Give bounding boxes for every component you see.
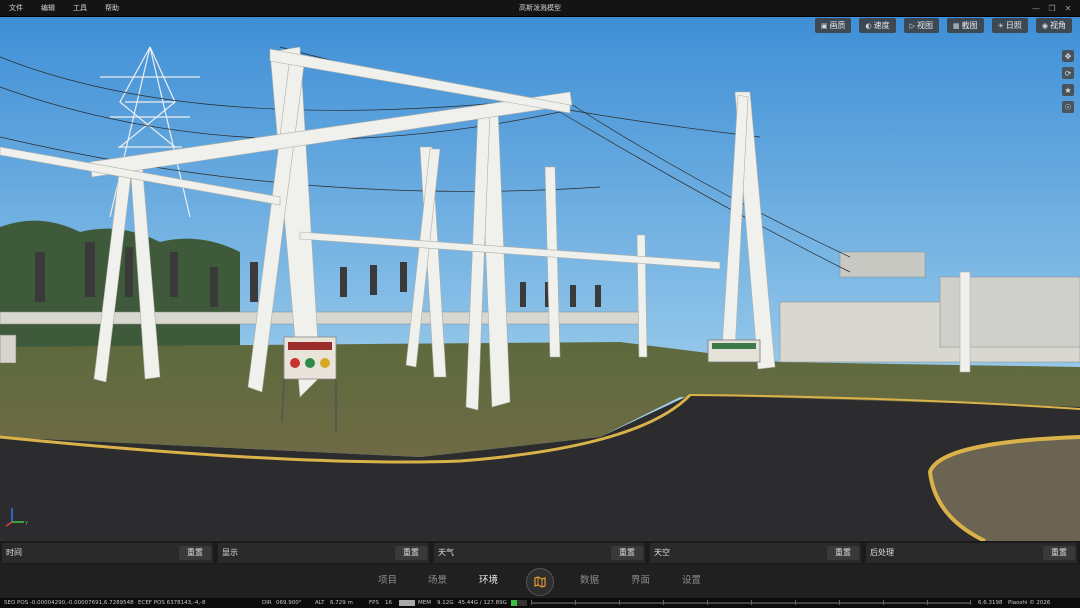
panel-label: 天气 <box>438 548 454 557</box>
direction-value: 069.900° <box>276 600 302 606</box>
axis-gizmo: Y <box>5 508 29 527</box>
screenshot-button[interactable]: ▦ 截图 <box>946 18 984 33</box>
panel-weather[interactable]: 天气 重置 <box>434 543 645 563</box>
tab-project[interactable]: 项目 <box>378 564 397 598</box>
sun-icon: ☀ <box>997 21 1004 30</box>
altitude-label: ALT <box>315 600 325 606</box>
tab-data[interactable]: 数据 <box>580 564 599 598</box>
map-icon <box>534 576 546 588</box>
panel-postprocess[interactable]: 后处理 重置 <box>866 543 1077 563</box>
geo-position: SEO POS -0.00004290,-0.00007691,6.728954… <box>4 600 134 606</box>
reset-button[interactable]: 重置 <box>1043 546 1075 560</box>
minimize-icon[interactable]: — <box>1028 0 1044 16</box>
timeline-scrubber[interactable] <box>531 600 971 605</box>
orbit-icon[interactable]: ⟳ <box>1062 67 1074 79</box>
axis-x-line <box>5 521 13 527</box>
panel-sky[interactable]: 天空 重置 <box>650 543 861 563</box>
bottom-tab-bar: 项目 场景 环境 数据 界面 设置 <box>0 564 1080 598</box>
speed-button[interactable]: ◐ 速度 <box>859 18 896 33</box>
eye-icon: ◉ <box>1041 21 1048 30</box>
scene-render <box>0 17 1080 541</box>
panel-label: 时间 <box>6 548 22 557</box>
window-title: 高斯泼溅模型 <box>519 4 561 12</box>
menu-tools[interactable]: 工具 <box>64 0 96 16</box>
tab-environment[interactable]: 环境 <box>479 564 498 598</box>
panel-label: 后处理 <box>870 548 894 557</box>
center-map-button[interactable] <box>526 568 554 596</box>
panel-time[interactable]: 时间 重置 <box>2 543 213 563</box>
menu-file[interactable]: 文件 <box>0 0 32 16</box>
reset-button[interactable]: 重置 <box>827 546 859 560</box>
tab-interface[interactable]: 界面 <box>631 564 650 598</box>
copyright-text: Piaoshi © 2026 <box>1008 600 1051 606</box>
panel-display[interactable]: 显示 重置 <box>218 543 429 563</box>
perspective-button[interactable]: ◉ 视角 <box>1035 18 1072 33</box>
globe-icon[interactable]: ☉ <box>1062 101 1074 113</box>
reset-button[interactable]: 重置 <box>179 546 211 560</box>
reset-button[interactable]: 重置 <box>395 546 427 560</box>
restore-icon[interactable]: ❐ <box>1044 0 1060 16</box>
altitude-value: 6.729 m <box>330 600 353 606</box>
window-controls: — ❐ ✕ <box>1028 0 1076 16</box>
video-camera-icon: ▷ <box>909 21 915 30</box>
tab-settings[interactable]: 设置 <box>682 564 701 598</box>
quality-button[interactable]: ▣ 画质 <box>814 18 852 33</box>
fps-value: 16 <box>385 600 392 606</box>
ecef-position: ECEF POS 6378143,-4,-8 <box>138 600 206 606</box>
panel-label: 天空 <box>654 548 670 557</box>
view-button[interactable]: ▷ 视图 <box>903 18 939 33</box>
direction-label: DIR <box>262 600 272 606</box>
fps-label: FPS <box>369 600 379 606</box>
close-icon[interactable]: ✕ <box>1060 0 1076 16</box>
view-toolbar: ▣ 画质 ◐ 速度 ▷ 视图 ▦ 截图 ☀ 日照 ◉ 视角 <box>814 18 1072 33</box>
viewport-3d[interactable]: ▣ 画质 ◐ 速度 ▷ 视图 ▦ 截图 ☀ 日照 ◉ 视角 ✥ ⟳ ★ ☉ Y <box>0 17 1080 541</box>
memory-total: 45.44G / 127.89G <box>458 600 507 606</box>
memory-label: MEM <box>418 600 431 606</box>
panel-label: 显示 <box>222 548 238 557</box>
person-icon[interactable]: ★ <box>1062 84 1074 96</box>
sunlight-button[interactable]: ☀ 日照 <box>991 18 1028 33</box>
screenshot-icon: ▦ <box>952 21 960 30</box>
speedometer-icon: ◐ <box>865 21 872 30</box>
menu-edit[interactable]: 编辑 <box>32 0 64 16</box>
tab-scene[interactable]: 场景 <box>428 564 447 598</box>
panel-strip: 时间 重置 显示 重置 天气 重置 天空 重置 后处理 重置 <box>0 541 1080 564</box>
menu-bar: 文件 编辑 工具 帮助 <box>0 0 128 16</box>
memory-value: 9.12G <box>437 600 454 606</box>
reset-button[interactable]: 重置 <box>611 546 643 560</box>
image-icon: ▣ <box>820 21 828 30</box>
navigation-tools: ✥ ⟳ ★ ☉ <box>1062 50 1074 113</box>
memory-bar <box>511 600 527 606</box>
menu-help[interactable]: 帮助 <box>96 0 128 16</box>
fps-bar <box>399 600 415 606</box>
axis-y-label: Y <box>24 521 29 527</box>
move-icon[interactable]: ✥ <box>1062 50 1074 62</box>
title-bar: 文件 编辑 工具 帮助 高斯泼溅模型 — ❐ ✕ <box>0 0 1080 17</box>
status-bar: SEO POS -0.00004290,-0.00007691,6.728954… <box>0 598 1080 608</box>
version-text: 6.6.3198 <box>978 600 1003 606</box>
